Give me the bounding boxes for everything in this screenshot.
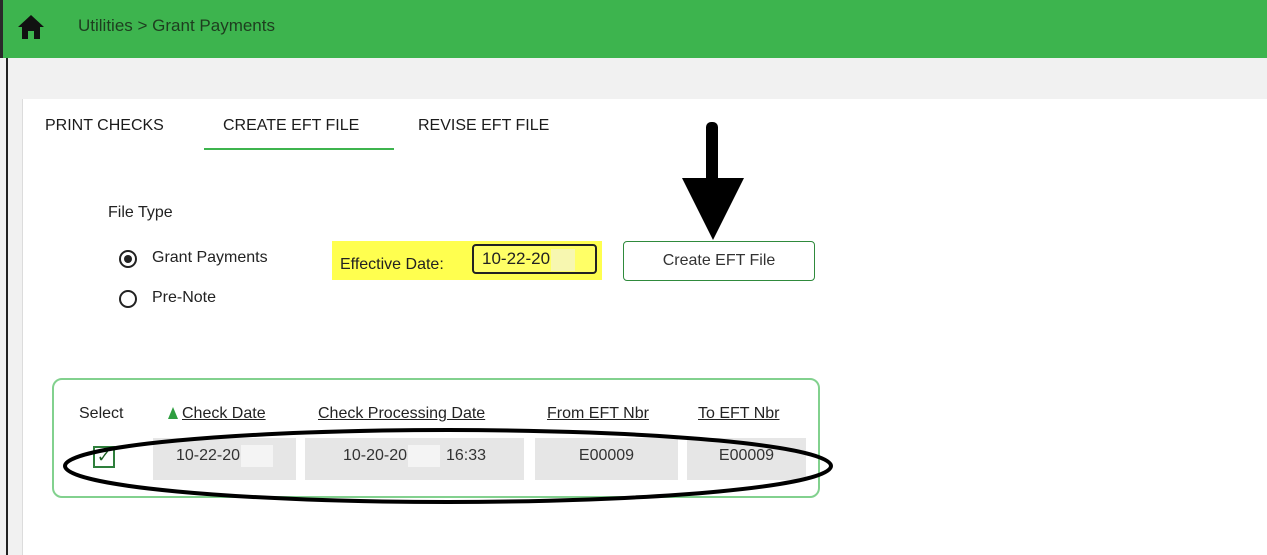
effective-date-label: Effective Date: xyxy=(340,256,444,273)
file-type-label: File Type xyxy=(108,204,173,221)
radio-pre-note-label[interactable]: Pre-Note xyxy=(152,289,216,307)
window-left-border xyxy=(6,58,8,555)
tab-print-checks[interactable]: PRINT CHECKS xyxy=(45,117,164,135)
col-header-check-date[interactable]: Check Date xyxy=(168,405,266,423)
col-header-select: Select xyxy=(79,405,124,422)
home-icon[interactable] xyxy=(17,13,45,41)
effective-date-value: 10-22-20 xyxy=(482,249,551,268)
redaction-mask xyxy=(551,248,576,271)
col-header-to-eft-nbr[interactable]: To EFT Nbr xyxy=(698,405,780,423)
breadcrumb: Utilities > Grant Payments xyxy=(78,16,275,35)
tab-revise-eft-file[interactable]: REVISE EFT FILE xyxy=(418,117,549,135)
col-header-from-eft-nbr[interactable]: From EFT Nbr xyxy=(547,405,649,423)
radio-grant-payments-label[interactable]: Grant Payments xyxy=(152,249,268,267)
tab-create-eft-file[interactable]: CREATE EFT FILE xyxy=(223,117,359,135)
down-arrow-annotation xyxy=(682,122,744,240)
header-bar: Utilities > Grant Payments xyxy=(0,0,1267,58)
effective-date-input[interactable]: 10-22-20 xyxy=(472,244,597,274)
sort-ascending-icon xyxy=(168,407,178,419)
ellipse-annotation xyxy=(63,428,833,504)
active-tab-indicator xyxy=(204,148,394,150)
radio-grant-payments[interactable] xyxy=(119,250,137,268)
col-header-check-processing-date[interactable]: Check Processing Date xyxy=(318,405,485,423)
create-eft-file-button[interactable]: Create EFT File xyxy=(623,241,815,281)
radio-pre-note[interactable] xyxy=(119,290,137,308)
